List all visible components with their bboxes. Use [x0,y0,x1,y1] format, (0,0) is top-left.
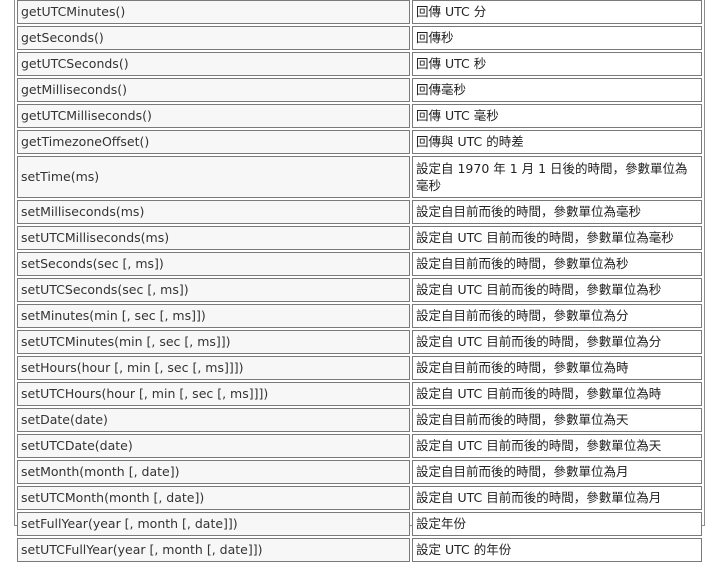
method-cell: setUTCDate(date) [17,434,410,458]
table-row: setUTCSeconds(sec [, ms]) 設定自 UTC 目前而後的時… [17,278,702,302]
table-row: setUTCHours(hour [, min [, sec [, ms]]])… [17,382,702,406]
table-row: setSeconds(sec [, ms]) 設定自目前而後的時間，參數單位為秒 [17,252,702,276]
table-row: getUTCSeconds() 回傳 UTC 秒 [17,52,702,76]
description-cell: 設定自目前而後的時間，參數單位為月 [412,460,702,484]
method-cell: getUTCMilliseconds() [17,104,410,128]
method-cell: setDate(date) [17,408,410,432]
description-cell: 設定自目前而後的時間，參數單位為時 [412,356,702,380]
description-cell: 設定自 UTC 目前而後的時間，參數單位為秒 [412,278,702,302]
description-cell: 設定年份 [412,512,702,536]
method-cell: setUTCSeconds(sec [, ms]) [17,278,410,302]
method-cell: setSeconds(sec [, ms]) [17,252,410,276]
table-row: setUTCFullYear(year [, month [, date]]) … [17,538,702,562]
table-row: setMinutes(min [, sec [, ms]]) 設定自目前而後的時… [17,304,702,328]
methods-table-body: getUTCMinutes() 回傳 UTC 分 getSeconds() 回傳… [17,0,702,562]
table-row: getSeconds() 回傳秒 [17,26,702,50]
table-row: setUTCMonth(month [, date]) 設定自 UTC 目前而後… [17,486,702,510]
method-cell: getMilliseconds() [17,78,410,102]
table-row: setUTCMilliseconds(ms) 設定自 UTC 目前而後的時間，參… [17,226,702,250]
method-cell: setHours(hour [, min [, sec [, ms]]]) [17,356,410,380]
table-row: setDate(date) 設定自目前而後的時間，參數單位為天 [17,408,702,432]
description-cell: 回傳毫秒 [412,78,702,102]
method-cell: setUTCMinutes(min [, sec [, ms]]) [17,330,410,354]
date-methods-table: getUTCMinutes() 回傳 UTC 分 getSeconds() 回傳… [14,0,705,562]
description-cell: 設定自 UTC 目前而後的時間，參數單位為月 [412,486,702,510]
description-cell: 設定自目前而後的時間，參數單位為分 [412,304,702,328]
method-cell: setMinutes(min [, sec [, ms]]) [17,304,410,328]
description-cell: 回傳 UTC 分 [412,0,702,24]
description-cell: 回傳 UTC 秒 [412,52,702,76]
method-cell: getTimezoneOffset() [17,130,410,154]
description-cell: 設定自 UTC 目前而後的時間，參數單位為天 [412,434,702,458]
table-row: setUTCDate(date) 設定自 UTC 目前而後的時間，參數單位為天 [17,434,702,458]
table-row: getTimezoneOffset() 回傳與 UTC 的時差 [17,130,702,154]
description-cell: 設定自 UTC 目前而後的時間，參數單位為分 [412,330,702,354]
description-cell: 回傳 UTC 毫秒 [412,104,702,128]
method-cell: getUTCMinutes() [17,0,410,24]
description-cell: 設定自目前而後的時間，參數單位為天 [412,408,702,432]
method-cell: setUTCHours(hour [, min [, sec [, ms]]]) [17,382,410,406]
method-cell: getUTCSeconds() [17,52,410,76]
table-row: setMonth(month [, date]) 設定自目前而後的時間，參數單位… [17,460,702,484]
table-row: getUTCMinutes() 回傳 UTC 分 [17,0,702,24]
description-cell: 設定自 UTC 目前而後的時間，參數單位為毫秒 [412,226,702,250]
methods-table: getUTCMinutes() 回傳 UTC 分 getSeconds() 回傳… [15,0,704,564]
method-cell: setUTCFullYear(year [, month [, date]]) [17,538,410,562]
method-cell: setUTCMilliseconds(ms) [17,226,410,250]
method-cell: getSeconds() [17,26,410,50]
method-cell: setMilliseconds(ms) [17,200,410,224]
description-cell: 設定自目前而後的時間，參數單位為毫秒 [412,200,702,224]
description-cell: 設定自 UTC 目前而後的時間，參數單位為時 [412,382,702,406]
method-cell: setUTCMonth(month [, date]) [17,486,410,510]
table-row: getUTCMilliseconds() 回傳 UTC 毫秒 [17,104,702,128]
table-row: setMilliseconds(ms) 設定自目前而後的時間，參數單位為毫秒 [17,200,702,224]
description-cell: 回傳秒 [412,26,702,50]
description-cell: 設定自 1970 年 1 月 1 日後的時間，參數單位為毫秒 [412,156,702,198]
table-row: setUTCMinutes(min [, sec [, ms]]) 設定自 UT… [17,330,702,354]
table-row: setTime(ms) 設定自 1970 年 1 月 1 日後的時間，參數單位為… [17,156,702,198]
method-cell: setMonth(month [, date]) [17,460,410,484]
table-row: getMilliseconds() 回傳毫秒 [17,78,702,102]
description-cell: 設定自目前而後的時間，參數單位為秒 [412,252,702,276]
description-cell: 回傳與 UTC 的時差 [412,130,702,154]
method-cell: setFullYear(year [, month [, date]]) [17,512,410,536]
method-cell: setTime(ms) [17,156,410,198]
table-row: setHours(hour [, min [, sec [, ms]]]) 設定… [17,356,702,380]
table-row: setFullYear(year [, month [, date]]) 設定年… [17,512,702,536]
description-cell: 設定 UTC 的年份 [412,538,702,562]
